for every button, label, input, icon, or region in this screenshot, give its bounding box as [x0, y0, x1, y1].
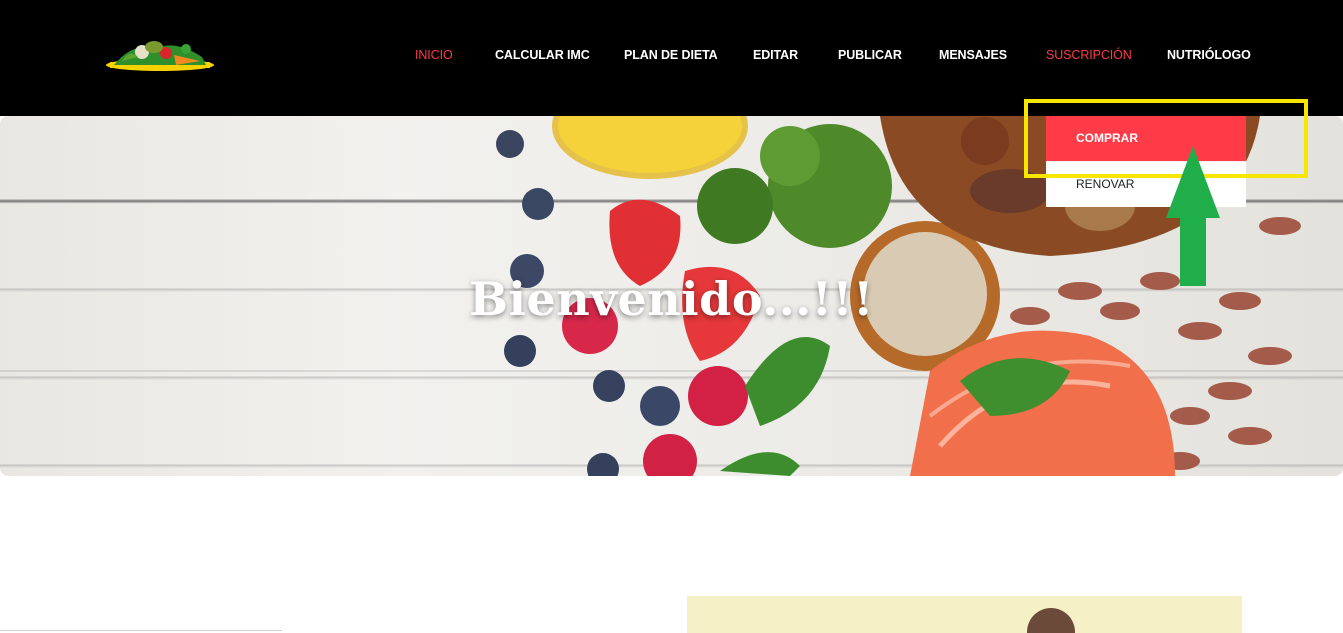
nav-item-inicio[interactable]: INICIO	[415, 48, 453, 62]
nav-item-editar[interactable]: EDITAR	[753, 48, 798, 62]
vegetables-logo-icon	[106, 41, 214, 71]
nav-item-mensajes[interactable]: MENSAJES	[939, 48, 1007, 62]
nav-item-plan-de-dieta[interactable]: PLAN DE DIETA	[624, 48, 718, 62]
arrow-up-icon	[1166, 146, 1220, 286]
annotation-arrow	[1164, 146, 1222, 288]
nav-item-suscripcion[interactable]: SUSCRIPCIÓN	[1046, 48, 1132, 62]
hero-title: Bienvenido...!!!	[469, 272, 874, 326]
site-logo[interactable]	[104, 35, 216, 77]
nav-item-nutriologo[interactable]: NUTRIÓLOGO	[1167, 48, 1251, 62]
illustration-card	[687, 596, 1242, 633]
illustration-figure	[1027, 608, 1075, 633]
nav-item-publicar[interactable]: PUBLICAR	[838, 48, 902, 62]
nav-item-calcular-imc[interactable]: CALCULAR IMC	[495, 48, 590, 62]
divider	[0, 630, 282, 631]
